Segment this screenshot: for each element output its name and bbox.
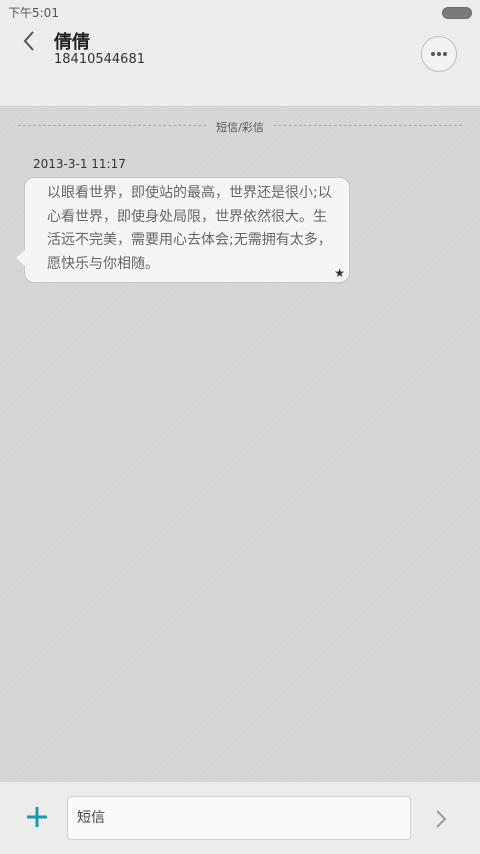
back-button[interactable] <box>14 26 44 56</box>
message-bubble[interactable]: 以眼看世界，即使站的最高，世界还是很小;以心看世界，即使身处局限，世界依然很大。… <box>16 177 350 283</box>
conversation-header: 倩倩 18410544681 <box>0 24 480 107</box>
send-button[interactable] <box>428 806 454 832</box>
status-bar: 下午5:01 <box>0 0 480 24</box>
message-list[interactable]: 短信/彩信 2013-3-1 11:17 以眼看世界，即使站的最高，世界还是很小… <box>0 107 480 781</box>
divider-label: 短信/彩信 <box>208 119 272 135</box>
message-composer <box>0 781 480 854</box>
bubble-tail <box>16 250 25 266</box>
star-icon: ★ <box>334 266 345 280</box>
ellipsis-icon <box>431 52 447 56</box>
message-timestamp: 2013-3-1 11:17 <box>33 157 126 171</box>
contact-name: 倩倩 <box>54 32 90 53</box>
battery-icon <box>442 7 472 19</box>
chevron-left-icon <box>23 31 34 51</box>
message-text: 以眼看世界，即使站的最高，世界还是很小;以心看世界，即使身处局限，世界依然很大。… <box>47 185 332 272</box>
more-options-button[interactable] <box>421 36 457 72</box>
message-type-divider: 短信/彩信 <box>18 119 462 135</box>
message-input[interactable] <box>67 796 411 840</box>
add-attachment-button[interactable] <box>22 802 52 832</box>
plus-icon <box>27 807 47 827</box>
status-time: 下午5:01 <box>8 6 59 20</box>
contact-phone-number: 18410544681 <box>54 52 145 67</box>
chevron-right-icon <box>436 810 447 828</box>
